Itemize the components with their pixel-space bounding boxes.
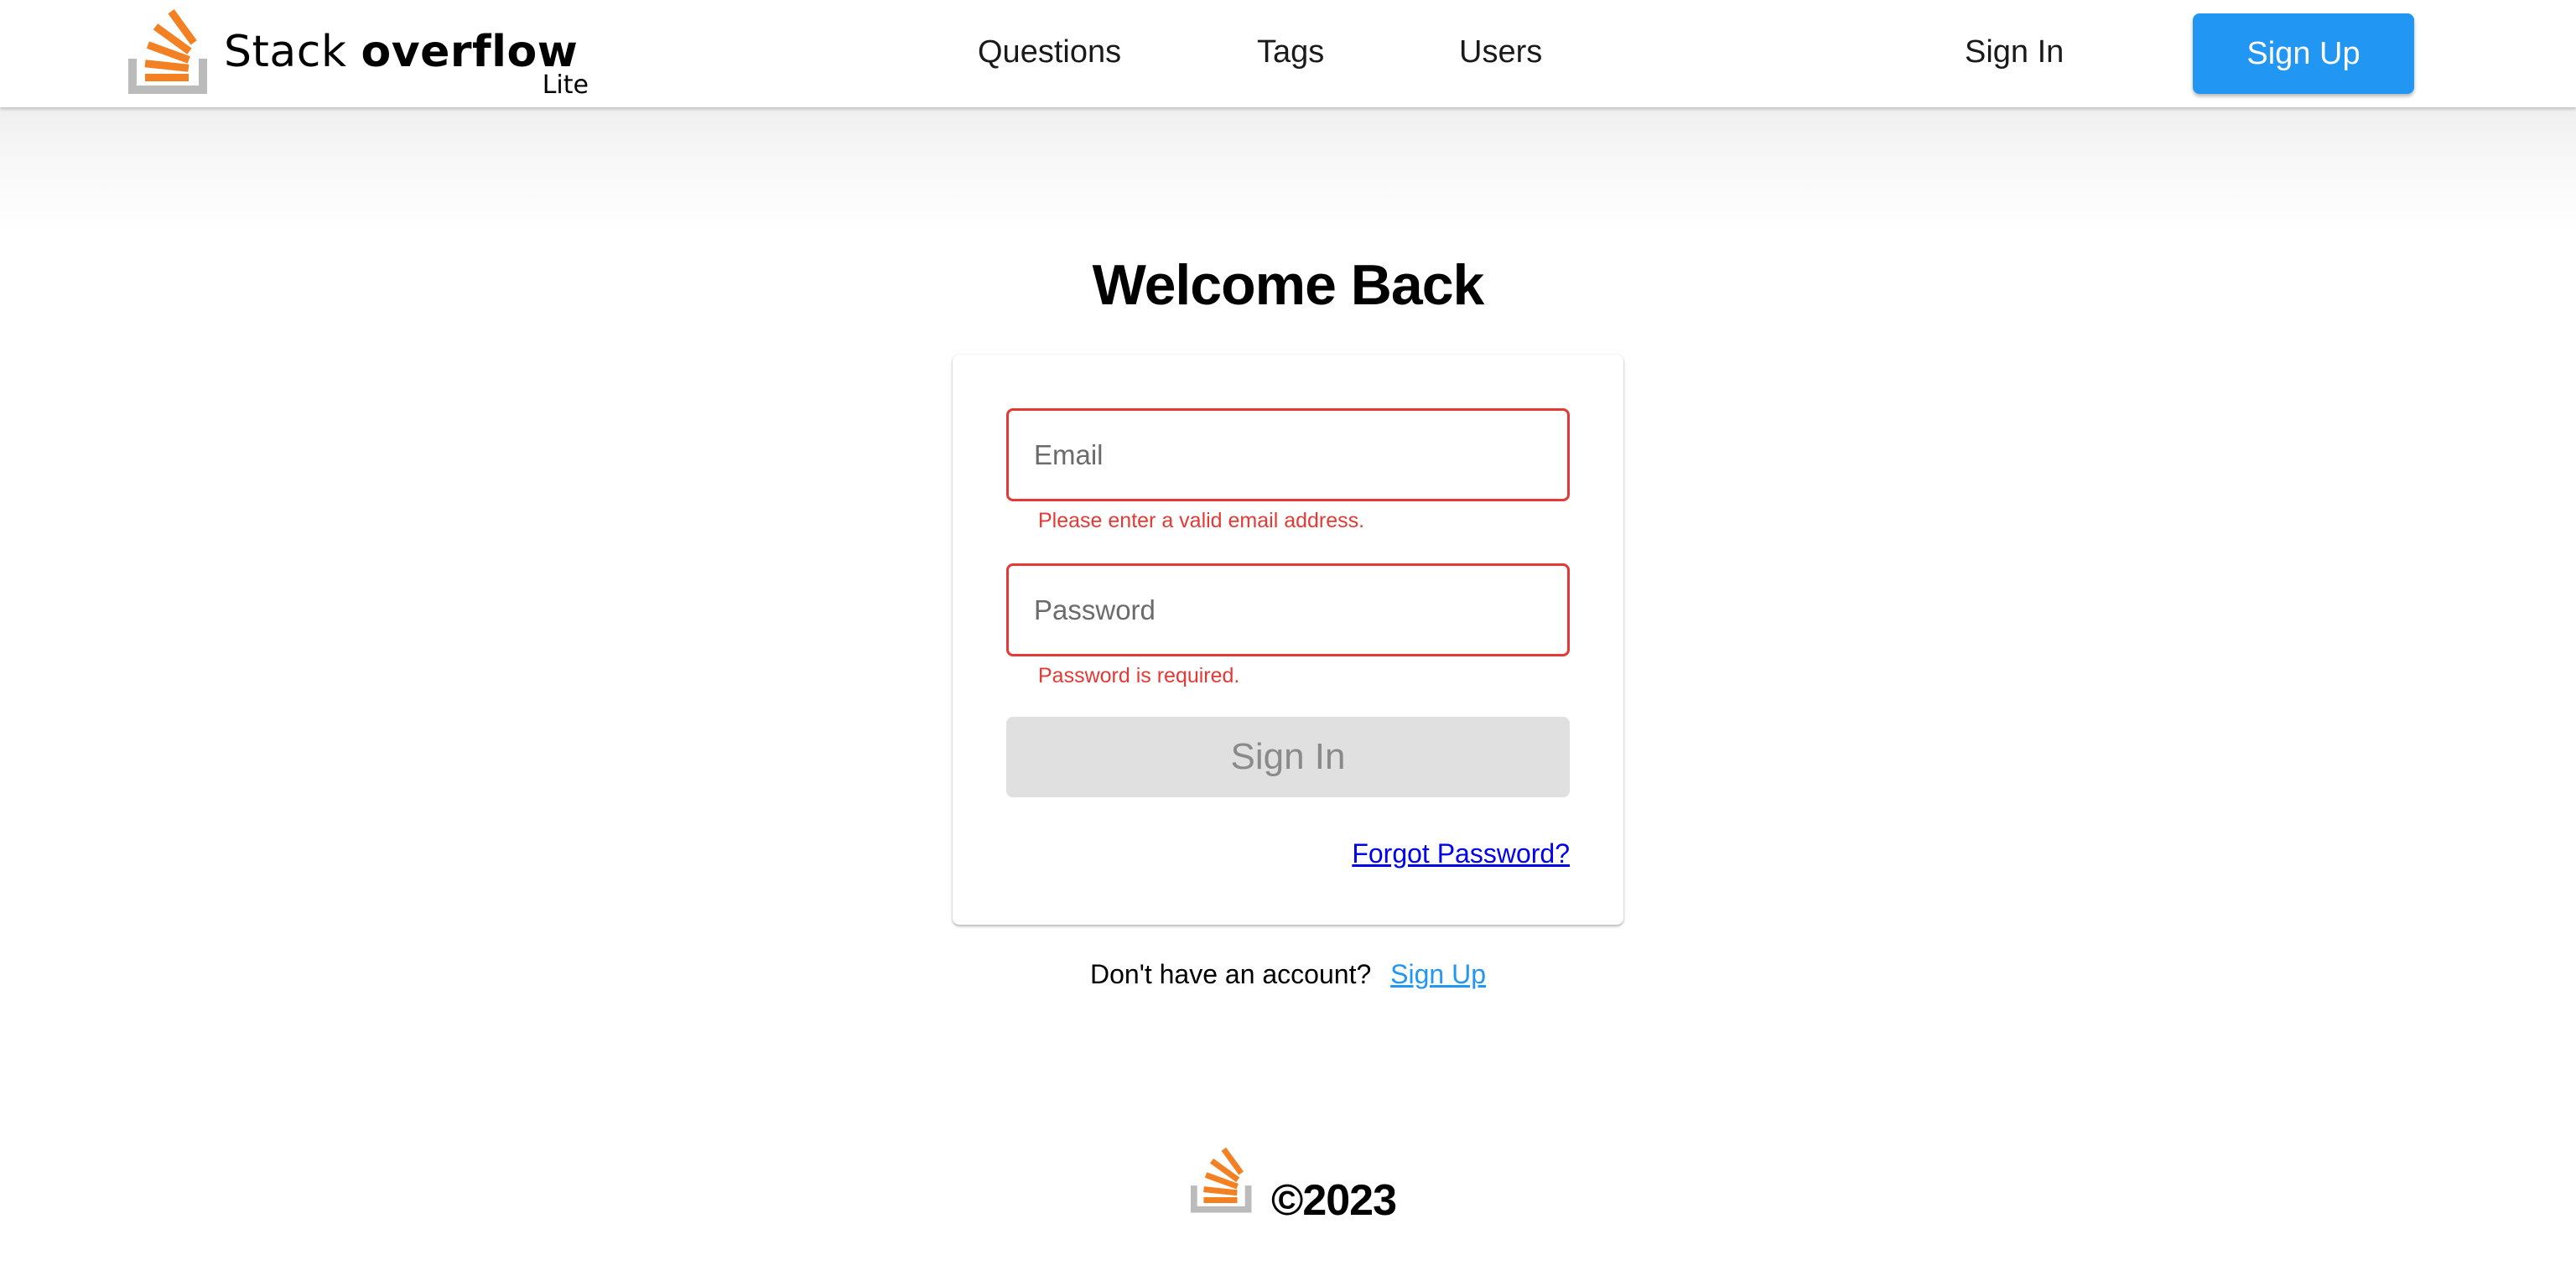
sign-up-prompt-row: Don't have an account? Sign Up [0, 956, 2576, 993]
sign-up-link[interactable]: Sign Up [1390, 959, 1486, 989]
stackoverflow-logo-icon [1191, 1147, 1252, 1213]
logo-wordmark: Stack overflow [224, 27, 578, 77]
header-sign-up-button[interactable]: Sign Up [2193, 13, 2414, 94]
sign-up-prompt-text: Don't have an account? [1090, 959, 1372, 989]
sign-in-submit-button[interactable]: Sign In [1006, 717, 1570, 797]
password-error-message: Password is required. [1038, 664, 1240, 687]
password-input[interactable] [1006, 563, 1570, 656]
top-navbar: Stack overflow Lite Questions Tags Users… [0, 0, 2576, 107]
sign-in-card: Please enter a valid email address. Pass… [953, 355, 1623, 925]
stackoverflow-logo-icon [128, 9, 207, 94]
logo-home-link[interactable]: Stack overflow Lite [126, 5, 595, 99]
nav-users[interactable]: Users [1459, 30, 1542, 74]
footer: ©2023 [0, 1132, 2576, 1232]
logo-text-overflow: overflow [361, 27, 579, 77]
logo-text-stack: Stack [224, 27, 347, 77]
page-title: Welcome Back [1092, 253, 1485, 317]
email-error-message: Please enter a valid email address. [1038, 509, 1365, 532]
footer-copyright: ©2023 [1271, 1176, 1397, 1225]
header-sign-in-link[interactable]: Sign In [1965, 30, 2064, 74]
header-shadow-gradient [0, 107, 2576, 233]
nav-questions[interactable]: Questions [978, 30, 1121, 74]
logo-subtitle: Lite [542, 70, 589, 100]
nav-tags[interactable]: Tags [1257, 30, 1324, 74]
email-input[interactable] [1006, 408, 1570, 501]
forgot-password-link[interactable]: Forgot Password? [1352, 837, 1570, 870]
